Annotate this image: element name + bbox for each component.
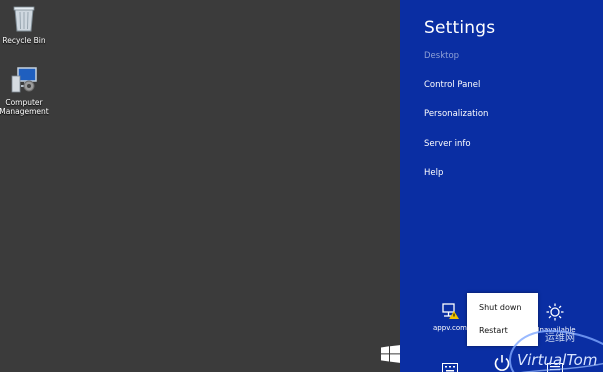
- recycle-bin-icon: [0, 4, 51, 34]
- computer-management-label: Computer Management: [0, 98, 49, 116]
- computer-management-icon: [0, 66, 51, 96]
- charm-item-personalization[interactable]: Personalization: [424, 109, 488, 119]
- recycle-bin-label: Recycle Bin: [2, 36, 46, 45]
- desktop-icon-computer-management[interactable]: Computer Management: [0, 66, 51, 116]
- keyboard-icon[interactable]: [442, 359, 458, 372]
- charm-title: Settings: [424, 18, 496, 38]
- watermark-en: VirtualTom: [517, 351, 598, 369]
- desktop-icon-recycle-bin[interactable]: Recycle Bin: [0, 4, 51, 45]
- desktop[interactable]: Recycle Bin Computer Management: [0, 0, 401, 372]
- windows-logo-icon[interactable]: [381, 345, 401, 363]
- charm-item-desktop: Desktop: [424, 51, 460, 61]
- charm-item-help[interactable]: Help: [424, 168, 443, 178]
- charm-item-server-info[interactable]: Server info: [424, 139, 471, 149]
- charm-item-control-panel[interactable]: Control Panel: [424, 80, 480, 90]
- shut-down-option[interactable]: Shut down: [479, 303, 521, 312]
- watermark-cn: 运维网: [545, 333, 575, 344]
- watermark-logo: 运维网 VirtualTom: [500, 325, 603, 372]
- screen: Recycle Bin Computer Management Settings…: [0, 0, 603, 372]
- network-tile-label: appv.com: [433, 324, 467, 332]
